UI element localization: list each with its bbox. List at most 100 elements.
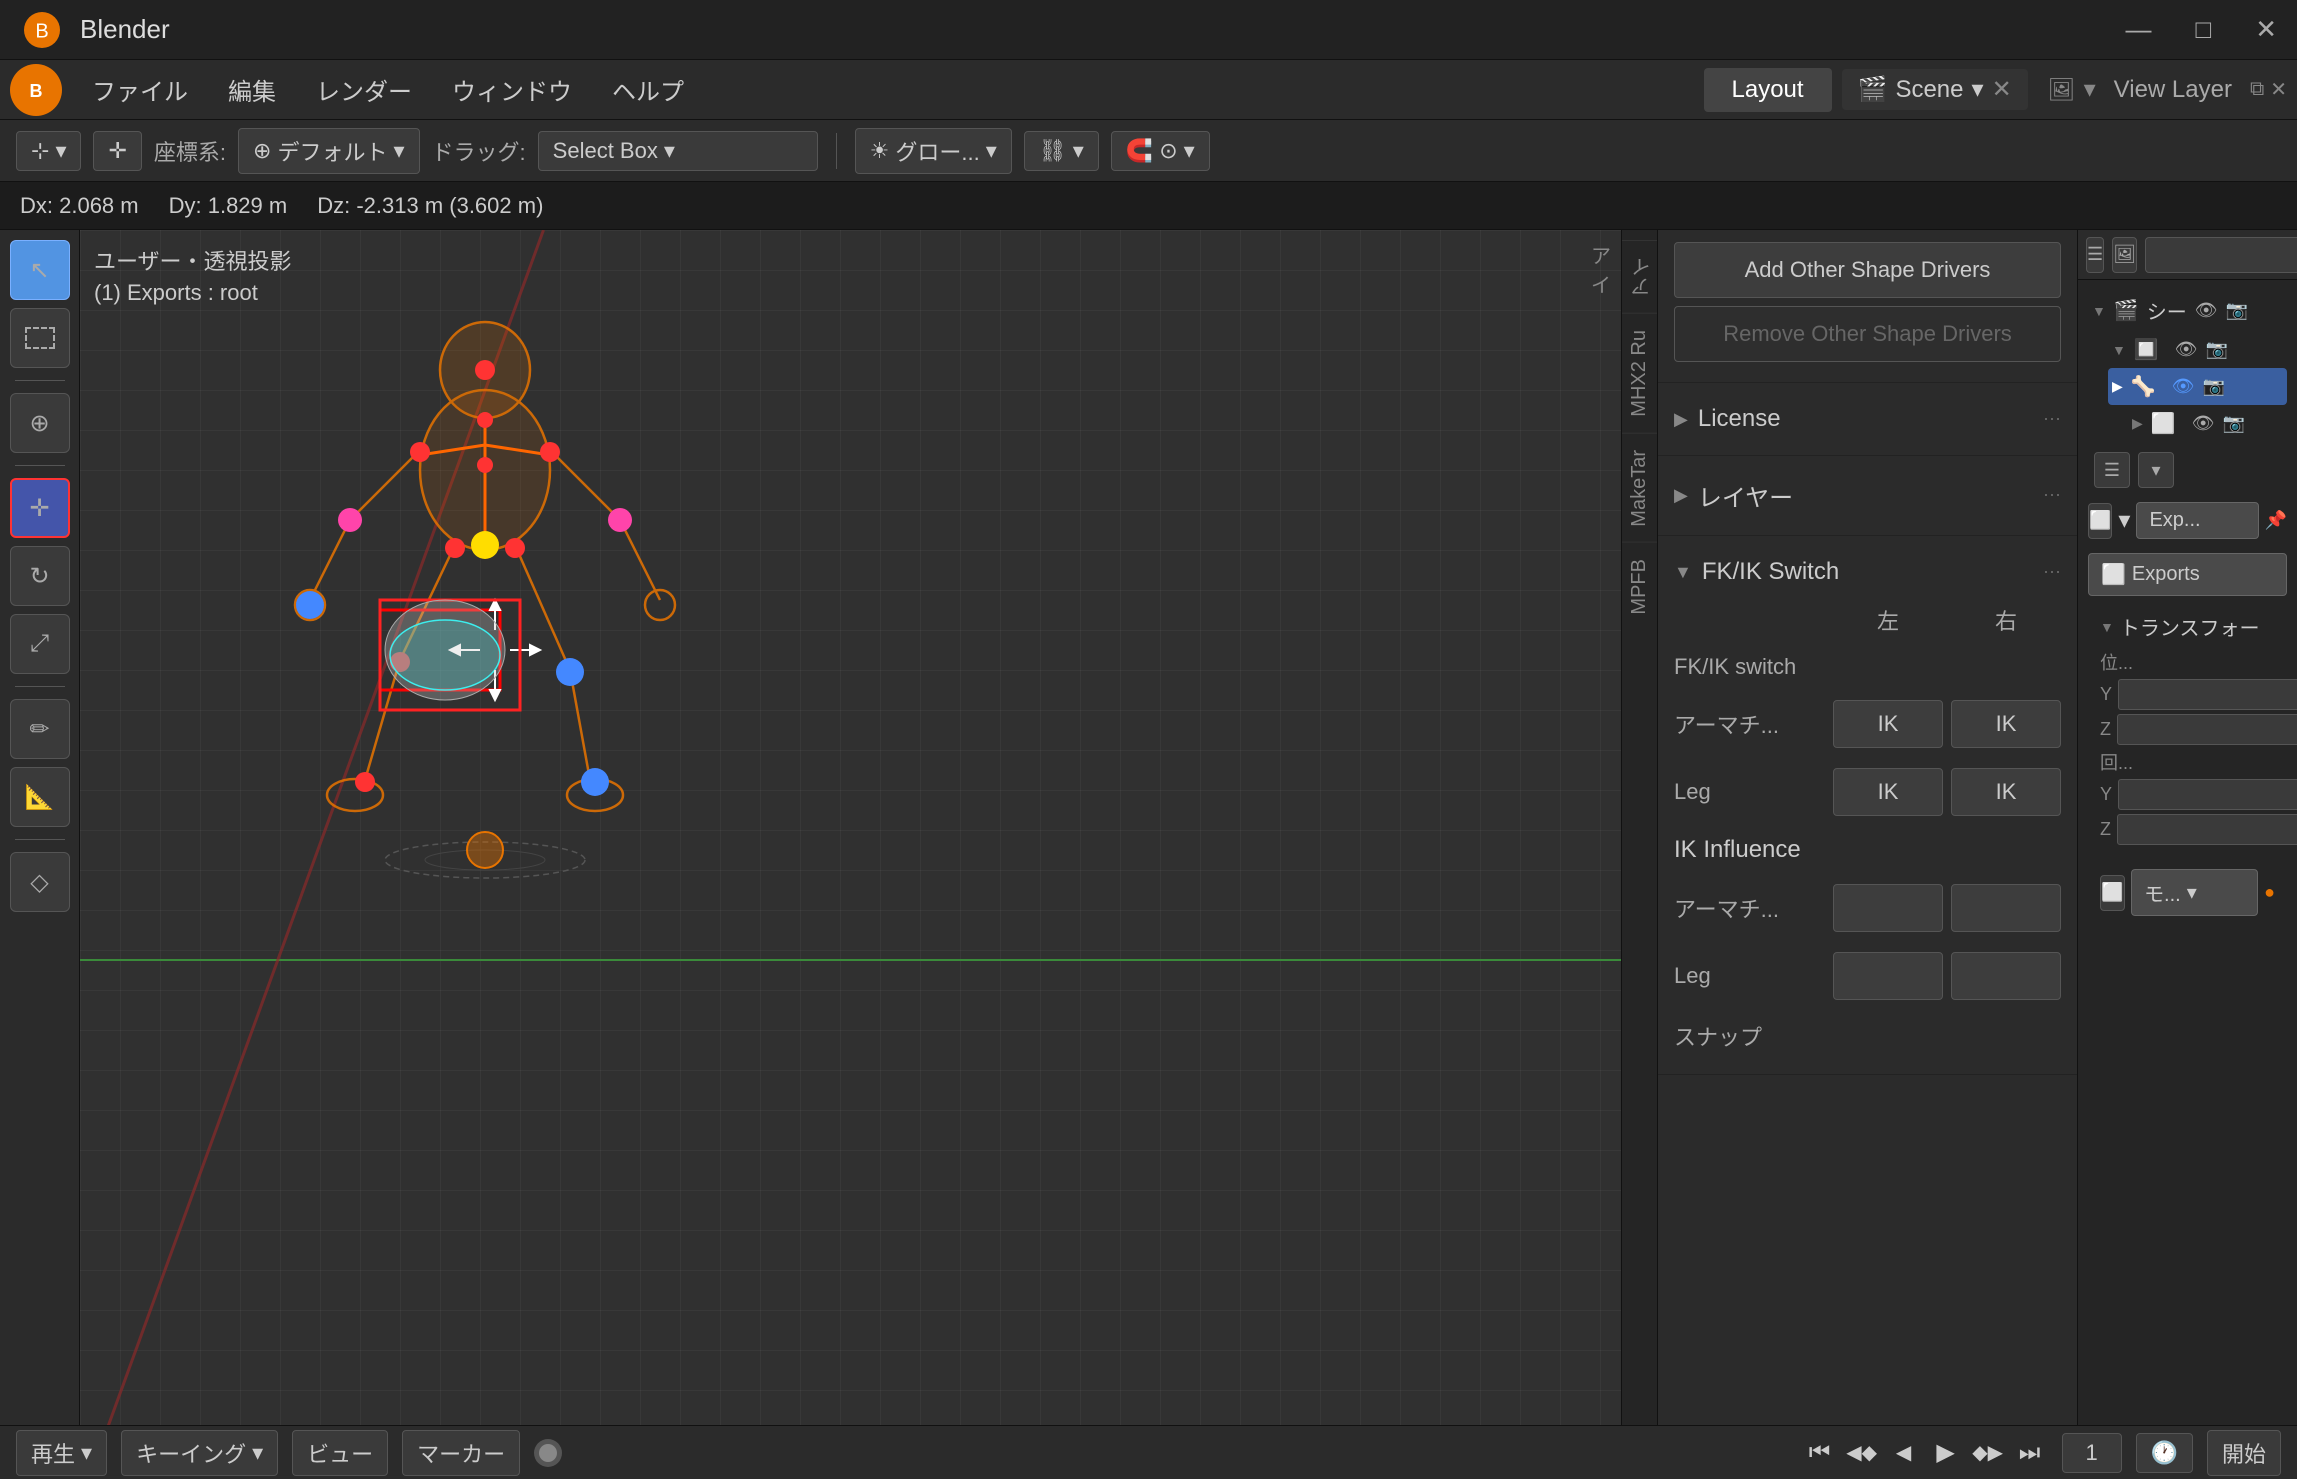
transforms-arrow[interactable]: ▼	[2100, 619, 2114, 635]
copy-layer-btn[interactable]: ⧉ ✕	[2250, 77, 2287, 102]
rotate-tool-btn[interactable]: ↻	[10, 546, 70, 606]
pin-icon[interactable]: 📌	[2265, 510, 2287, 531]
menu-render[interactable]: レンダー	[296, 64, 432, 115]
ik-influence-leg-left[interactable]: 1.000	[1833, 952, 1943, 1000]
license-dots: ⋯	[2043, 409, 2061, 430]
menu-edit[interactable]: 編集	[208, 64, 296, 115]
sub1-cam[interactable]: 📷	[2223, 413, 2245, 434]
move-btn[interactable]: ✛	[93, 131, 141, 171]
layer-header[interactable]: ▶ レイヤー ⋯	[1674, 468, 2061, 523]
exp-icon-btn[interactable]: ⬜	[2088, 503, 2112, 539]
dashed-select-btn[interactable]	[10, 308, 70, 368]
sub1-eye[interactable]: 👁	[2192, 413, 2215, 434]
ik-influence-leg-right[interactable]: 1.000	[1951, 952, 2061, 1000]
drag-type-btn[interactable]: Select Box ▾	[538, 131, 818, 171]
menu-file[interactable]: ファイル	[72, 64, 208, 115]
scene-selector[interactable]: 🎬 Scene ▾ ✕	[1842, 69, 2028, 110]
pos-z-input[interactable]	[2117, 714, 2297, 745]
viewport[interactable]: ユーザー・透視投影 (1) Exports : root	[80, 230, 1621, 1425]
exp-dropdown[interactable]: ▾	[2118, 506, 2130, 535]
transport-prev-key-btn[interactable]: ◀◆	[1844, 1435, 1880, 1471]
view-layer-cam-icon[interactable]: 📷	[2206, 339, 2228, 360]
scale-tool-btn[interactable]: ⤢	[10, 614, 70, 674]
ik-influence-arm-right[interactable]: 1.000	[1951, 884, 2061, 932]
active-obj-cam-icon[interactable]: 📷	[2203, 376, 2225, 397]
extra-tool-btn[interactable]: ◇	[10, 852, 70, 912]
play-btn[interactable]: 再生 ▾	[16, 1430, 107, 1476]
transport-next-btn[interactable]: ◆▶	[1970, 1435, 2006, 1471]
keying-btn[interactable]: キーイング ▾	[121, 1430, 278, 1476]
rot-y-input[interactable]	[2118, 779, 2297, 810]
outliner-search[interactable]	[2145, 237, 2297, 273]
scene-row: ▼ 🎬 シー 👁 📷	[2088, 290, 2287, 331]
remove-shape-drivers-btn[interactable]: Remove Other Shape Drivers	[1674, 306, 2061, 362]
scene-expand-arrow[interactable]: ▼	[2092, 303, 2106, 319]
image-icon-btn[interactable]: 🖼	[2112, 237, 2137, 273]
side-tab-mpfb[interactable]: MPFB	[1622, 542, 1657, 631]
magnet-btn[interactable]: 🧲 ⊙ ▾	[1111, 131, 1210, 171]
cursor-btn[interactable]: ⊕	[10, 393, 70, 453]
fkik-header[interactable]: ▼ FK/IK Switch ⋯	[1674, 548, 2061, 596]
transport-end-btn[interactable]: ⏭	[2012, 1435, 2048, 1471]
chain-btn[interactable]: ⛓ ▾	[1024, 131, 1099, 171]
marker-btn[interactable]: マーカー	[402, 1430, 520, 1476]
license-header[interactable]: ▶ License ⋯	[1674, 395, 2061, 443]
ik-left-arm-btn[interactable]: IK	[1833, 700, 1943, 748]
title-bar: B Blender — □ ✕	[0, 0, 2297, 60]
side-tab-ai[interactable]: アイ	[1622, 240, 1657, 313]
ik-influence-arm-left[interactable]: 1.000	[1833, 884, 1943, 932]
minimize-button[interactable]: —	[2125, 14, 2151, 45]
layout-tab[interactable]: Layout	[1704, 68, 1832, 112]
start-btn[interactable]: 開始	[2207, 1430, 2281, 1476]
ik-right-arm-btn[interactable]: IK	[1951, 700, 2061, 748]
exports-button[interactable]: ⬜ Exports	[2088, 553, 2287, 596]
menu-help[interactable]: ヘルプ	[592, 64, 704, 115]
ik-influence-label: IK Influence	[1674, 836, 2061, 864]
transport-prev-btn[interactable]: ◀	[1886, 1435, 1922, 1471]
global-shading-btn[interactable]: ☀ グロー... ▾	[855, 128, 1012, 174]
dy-value: Dy: 1.829 m	[169, 193, 288, 219]
mode-btn[interactable]: モ... ▾	[2131, 869, 2258, 916]
transport-play-btn[interactable]: ▶	[1928, 1435, 1964, 1471]
far-right-panel: ☰ 🖼 🔍 ▼ 🎬 シー 👁 📷 ▼ 🔲	[2077, 230, 2297, 1425]
ik-left-leg-btn[interactable]: IK	[1833, 768, 1943, 816]
active-obj-eye-icon[interactable]: 👁	[2172, 376, 2195, 397]
view-layer-expand-arrow[interactable]: ▼	[2112, 342, 2126, 358]
rot-z-input[interactable]	[2117, 814, 2297, 845]
outliner-icon-btn[interactable]: ☰	[2086, 237, 2104, 273]
frame-number[interactable]: 1	[2062, 1433, 2122, 1473]
transform-pivot-btn[interactable]: ⊹ ▾	[16, 131, 81, 171]
ik-right-leg-btn[interactable]: IK	[1951, 768, 2061, 816]
view-layer-eye-icon[interactable]: 👁	[2175, 339, 2198, 360]
side-tab-mhx2[interactable]: MHX2 Ru	[1622, 313, 1657, 433]
scene-eye-icon[interactable]: 👁	[2195, 300, 2218, 321]
side-tab-maketar[interactable]: MakeTar	[1622, 433, 1657, 543]
list-icon-2: ☰	[2104, 460, 2120, 481]
close-button[interactable]: ✕	[2255, 14, 2277, 45]
active-object-row[interactable]: ▶ 🦴 👁 📷	[2108, 368, 2287, 405]
scene-cam-icon[interactable]: 📷	[2226, 300, 2248, 321]
chevron-down-icon-4: ▾	[394, 138, 405, 164]
record-circle[interactable]	[534, 1439, 562, 1467]
move-tool-btn[interactable]: ✛	[10, 478, 70, 538]
prop-icon-2[interactable]: ▾	[2138, 452, 2174, 488]
chevron-down-icon: ▾	[1972, 75, 1984, 104]
pos-y-input[interactable]	[2118, 679, 2297, 710]
annotate-btn[interactable]: ✏	[10, 699, 70, 759]
close-scene-icon[interactable]: ✕	[1992, 75, 2012, 104]
active-obj-arrow[interactable]: ▶	[2112, 378, 2123, 395]
add-shape-drivers-btn[interactable]: Add Other Shape Drivers	[1674, 242, 2061, 298]
transport-start-btn[interactable]: ⏮	[1802, 1435, 1838, 1471]
sub1-arrow[interactable]: ▶	[2132, 415, 2143, 432]
mode-icon-btn[interactable]: ⬜	[2100, 875, 2125, 911]
coord-system-btn[interactable]: ⊕ デフォルト ▾	[238, 128, 420, 174]
select-tool-btn[interactable]: ↖	[10, 240, 70, 300]
exp-button[interactable]: Exp...	[2136, 502, 2258, 539]
measure-btn[interactable]: 📐	[10, 767, 70, 827]
maximize-button[interactable]: □	[2195, 14, 2211, 45]
view-btn[interactable]: ビュー	[292, 1430, 388, 1476]
prop-icon-1[interactable]: ☰	[2094, 452, 2130, 488]
diamond-icon: ◇	[30, 868, 48, 897]
menu-window[interactable]: ウィンドウ	[432, 64, 592, 115]
clock-btn[interactable]: 🕐	[2136, 1433, 2193, 1473]
